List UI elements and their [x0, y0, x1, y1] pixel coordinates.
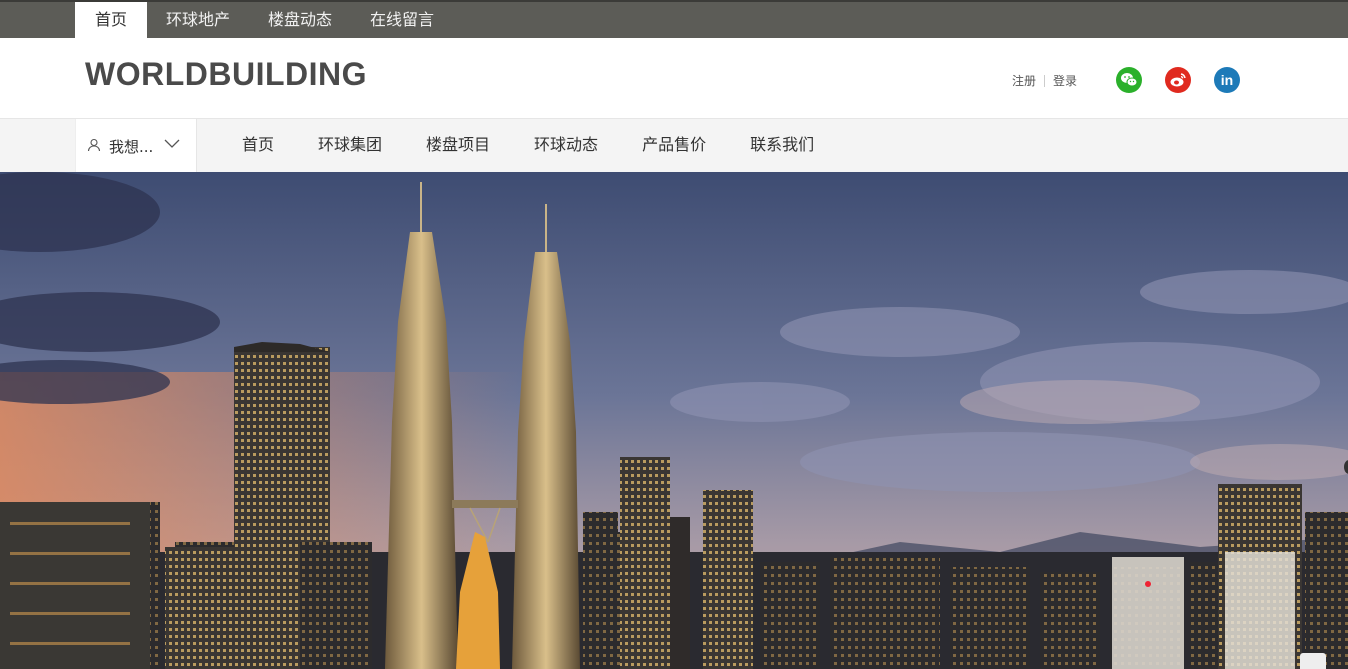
i-want-label: 我想...: [109, 138, 154, 156]
linkedin-icon[interactable]: in: [1214, 67, 1240, 93]
menu-item-projects[interactable]: 楼盘项目: [404, 119, 512, 172]
login-link[interactable]: 登录: [1053, 72, 1077, 89]
floating-corner-button[interactable]: [1300, 653, 1326, 669]
register-link[interactable]: 注册: [1012, 72, 1036, 89]
auth-links: 注册 登录: [1012, 72, 1077, 89]
user-icon: [87, 138, 101, 152]
divider: [1044, 74, 1046, 87]
menu-item-home[interactable]: 首页: [220, 119, 296, 172]
carousel-edge-indicator[interactable]: [1344, 460, 1348, 474]
i-want-dropdown[interactable]: 我想...: [75, 119, 197, 172]
top-nav-item-home[interactable]: 首页: [75, 2, 147, 38]
menu-item-pricing[interactable]: 产品售价: [620, 119, 728, 172]
menu-item-contact[interactable]: 联系我们: [728, 119, 836, 172]
site-header: WORLDBUILDING 注册 登录 in: [0, 38, 1348, 118]
menu-item-news[interactable]: 环球动态: [512, 119, 620, 172]
top-nav-item-global-realestate[interactable]: 环球地产: [147, 2, 249, 38]
top-nav-item-property-news[interactable]: 楼盘动态: [249, 2, 351, 38]
top-nav: 首页 环球地产 楼盘动态 在线留言: [75, 2, 453, 38]
menu-item-group[interactable]: 环球集团: [296, 119, 404, 172]
top-bar: 首页 环球地产 楼盘动态 在线留言: [0, 0, 1348, 38]
weibo-icon[interactable]: [1165, 67, 1191, 93]
main-nav: 我想... 首页 环球集团 楼盘项目 环球动态 产品售价 联系我们: [0, 118, 1348, 172]
top-nav-item-message[interactable]: 在线留言: [351, 2, 453, 38]
main-menu: 首页 环球集团 楼盘项目 环球动态 产品售价 联系我们: [220, 119, 836, 172]
site-logo[interactable]: WORLDBUILDING: [85, 56, 367, 93]
hero-banner[interactable]: [0, 172, 1348, 669]
chevron-down-icon: [164, 139, 180, 148]
wechat-icon[interactable]: [1116, 67, 1142, 93]
hero-skyline-image: [0, 172, 1348, 669]
